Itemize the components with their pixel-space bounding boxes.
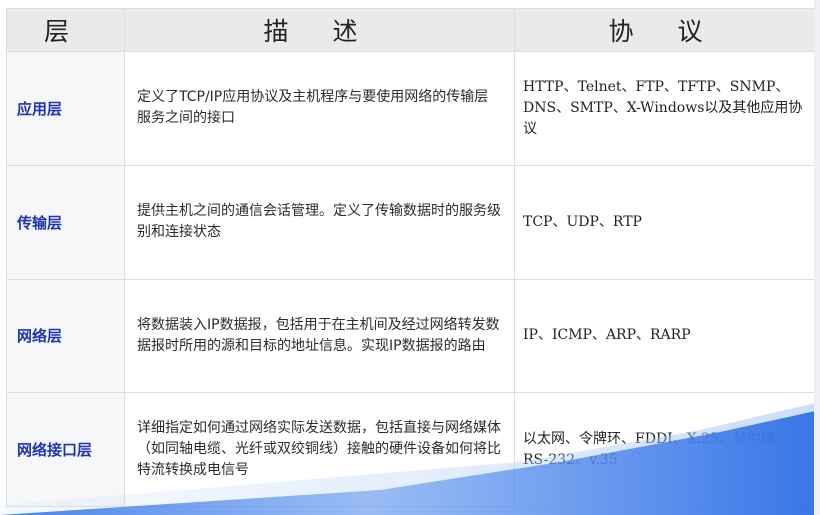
layer-name: 网络层 bbox=[6, 278, 125, 394]
layer-description: 提供主机之间的通信会话管理。定义了传输数据时的服务级别和连接状态 bbox=[124, 164, 515, 280]
table-header-row: 层 描 述 协 议 bbox=[6, 8, 815, 52]
table-row: 网络接口层 详细指定如何通过网络实际发送数据，包括直接与网络媒体（如同轴电缆、光… bbox=[6, 392, 815, 507]
header-layer: 层 bbox=[6, 8, 125, 52]
layer-protocols: IP、ICMP、ARP、RARP bbox=[514, 278, 815, 394]
table-row: 传输层 提供主机之间的通信会话管理。定义了传输数据时的服务级别和连接状态 TCP… bbox=[6, 164, 815, 280]
layer-protocols: TCP、UDP、RTP bbox=[514, 164, 815, 280]
table-row: 应用层 定义了TCP/IP应用协议及主机程序与要使用网络的传输层服务之间的接口 … bbox=[6, 51, 815, 166]
slide-title-strip bbox=[0, 0, 820, 8]
layer-description: 详细指定如何通过网络实际发送数据，包括直接与网络媒体（如同轴电缆、光纤或双绞铜线… bbox=[124, 392, 515, 507]
layer-name: 应用层 bbox=[6, 51, 125, 166]
header-protocol: 协 议 bbox=[514, 8, 815, 52]
layer-description: 定义了TCP/IP应用协议及主机程序与要使用网络的传输层服务之间的接口 bbox=[124, 51, 515, 166]
layer-protocols: 以太网、令牌环、FDDI、X.25、帧中继、RS-232、v.35 bbox=[514, 392, 815, 507]
right-edge-strip bbox=[814, 0, 820, 515]
layer-description: 将数据装入IP数据报，包括用于在主机间及经过网络转发数据报时所用的源和目标的地址… bbox=[124, 278, 515, 394]
layer-name: 网络接口层 bbox=[6, 392, 125, 507]
header-description: 描 述 bbox=[124, 8, 515, 52]
tcpip-layer-table: 层 描 述 协 议 应用层 定义了TCP/IP应用协议及主机程序与要使用网络的传… bbox=[6, 8, 815, 507]
layer-protocols: HTTP、Telnet、FTP、TFTP、SNMP、DNS、SMTP、X-Win… bbox=[514, 51, 815, 166]
layer-name: 传输层 bbox=[6, 164, 125, 280]
table-row: 网络层 将数据装入IP数据报，包括用于在主机间及经过网络转发数据报时所用的源和目… bbox=[6, 278, 815, 394]
